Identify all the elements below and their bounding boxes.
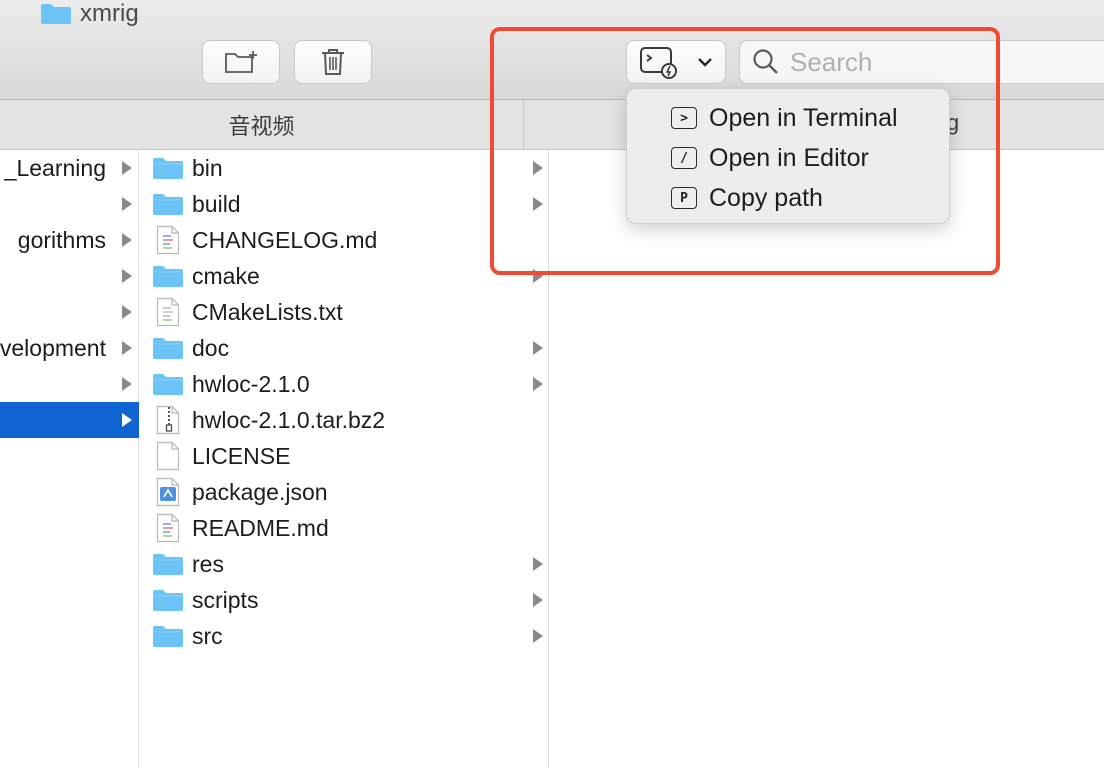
- file-name: scripts: [192, 586, 259, 613]
- file-row[interactable]: hwloc-2.1.0.tar.bz2: [140, 402, 549, 438]
- disclosure-arrow-icon: [122, 377, 132, 391]
- folder-row[interactable]: bin: [140, 150, 549, 186]
- disclosure-arrow-icon: [122, 341, 132, 355]
- parent-folder-row[interactable]: [0, 294, 139, 330]
- file-name: CHANGELOG.md: [192, 226, 378, 253]
- disclosure-arrow-icon: [533, 629, 543, 643]
- folder-row[interactable]: build: [140, 186, 549, 222]
- trash-icon: [322, 49, 344, 75]
- window-title-label: xmrig: [80, 0, 139, 27]
- file-name: LICENSE: [192, 442, 291, 469]
- file-name: cmake: [192, 262, 260, 289]
- file-list-column: bin build CHANGELOG.md cmake CMakeLists.txt d…: [140, 150, 549, 768]
- archive-file-icon: [156, 405, 180, 435]
- trash-button[interactable]: [294, 40, 372, 84]
- disclosure-arrow-icon: [122, 413, 132, 427]
- disclosure-arrow-icon: [533, 377, 543, 391]
- file-type-icon: [152, 370, 184, 398]
- file-type-icon: [152, 622, 184, 650]
- file-row[interactable]: README.md: [140, 510, 549, 546]
- text-file-icon: [156, 297, 180, 327]
- disclosure-arrow-icon: [122, 161, 132, 175]
- column-header-parent: 音视频: [0, 100, 524, 150]
- file-type-icon: [152, 477, 184, 507]
- file-row[interactable]: LICENSE: [140, 438, 549, 474]
- file-type-icon: [152, 190, 184, 218]
- folder-name: _Learning: [3, 154, 106, 181]
- parent-folder-row[interactable]: [0, 366, 139, 402]
- folder-icon: [41, 4, 71, 24]
- disclosure-arrow-icon: [533, 341, 543, 355]
- folder-icon: [153, 626, 183, 647]
- file-type-icon: [152, 513, 184, 543]
- file-type-icon: [152, 334, 184, 362]
- folder-row[interactable]: doc: [140, 330, 549, 366]
- file-type-icon: [152, 586, 184, 614]
- folder-icon: [153, 194, 183, 215]
- folder-icon: [153, 374, 183, 395]
- disclosure-arrow-icon: [122, 233, 132, 247]
- file-type-icon: [152, 262, 184, 290]
- file-type-icon: [152, 441, 184, 471]
- file-name: bin: [192, 154, 223, 181]
- parent-column: _Learning gorithms velopment: [0, 150, 139, 768]
- file-name: README.md: [192, 514, 329, 541]
- new-folder-icon: [225, 51, 257, 73]
- file-type-icon: [152, 154, 184, 182]
- folder-icon: [153, 338, 183, 359]
- json-file-icon: [156, 477, 180, 507]
- file-type-icon: [152, 225, 184, 255]
- folder-name: velopment: [0, 334, 106, 361]
- parent-folder-row[interactable]: gorithms: [0, 222, 139, 258]
- file-name: build: [192, 190, 241, 217]
- disclosure-arrow-icon: [533, 557, 543, 571]
- parent-folder-row[interactable]: _Learning: [0, 150, 139, 186]
- disclosure-arrow-icon: [533, 593, 543, 607]
- file-type-icon: [152, 550, 184, 578]
- parent-folder-row[interactable]: velopment: [0, 330, 139, 366]
- folder-row[interactable]: hwloc-2.1.0: [140, 366, 549, 402]
- file-type-icon: [152, 297, 184, 327]
- folder-icon: [153, 554, 183, 575]
- file-name: src: [192, 622, 223, 649]
- disclosure-arrow-icon: [122, 305, 132, 319]
- file-row[interactable]: package.json: [140, 474, 549, 510]
- folder-name: gorithms: [17, 226, 106, 253]
- folder-icon: [153, 590, 183, 611]
- highlight-annotation: [490, 27, 1000, 275]
- window-title: xmrig: [40, 0, 139, 28]
- folder-icon: [153, 266, 183, 287]
- new-folder-button[interactable]: [202, 40, 280, 84]
- file-name: hwloc-2.1.0.tar.bz2: [192, 406, 386, 433]
- file-row[interactable]: CHANGELOG.md: [140, 222, 549, 258]
- folder-icon: [153, 158, 183, 179]
- disclosure-arrow-icon: [122, 269, 132, 283]
- blank-file-icon: [156, 441, 180, 471]
- file-type-icon: [152, 405, 184, 435]
- parent-folder-row[interactable]: [0, 258, 139, 294]
- markdown-file-icon: [156, 225, 180, 255]
- parent-folder-row[interactable]: [0, 402, 139, 438]
- file-row[interactable]: CMakeLists.txt: [140, 294, 549, 330]
- file-name: hwloc-2.1.0: [192, 370, 310, 397]
- parent-folder-row[interactable]: [0, 186, 139, 222]
- column-header-label: 音视频: [228, 113, 295, 139]
- file-name: package.json: [192, 478, 328, 505]
- markdown-file-icon: [156, 513, 180, 543]
- file-name: res: [192, 550, 224, 577]
- folder-row[interactable]: res: [140, 546, 549, 582]
- folder-row[interactable]: cmake: [140, 258, 549, 294]
- disclosure-arrow-icon: [122, 197, 132, 211]
- folder-row[interactable]: src: [140, 618, 549, 654]
- folder-row[interactable]: scripts: [140, 582, 549, 618]
- file-name: doc: [192, 334, 230, 361]
- file-name: CMakeLists.txt: [192, 298, 343, 325]
